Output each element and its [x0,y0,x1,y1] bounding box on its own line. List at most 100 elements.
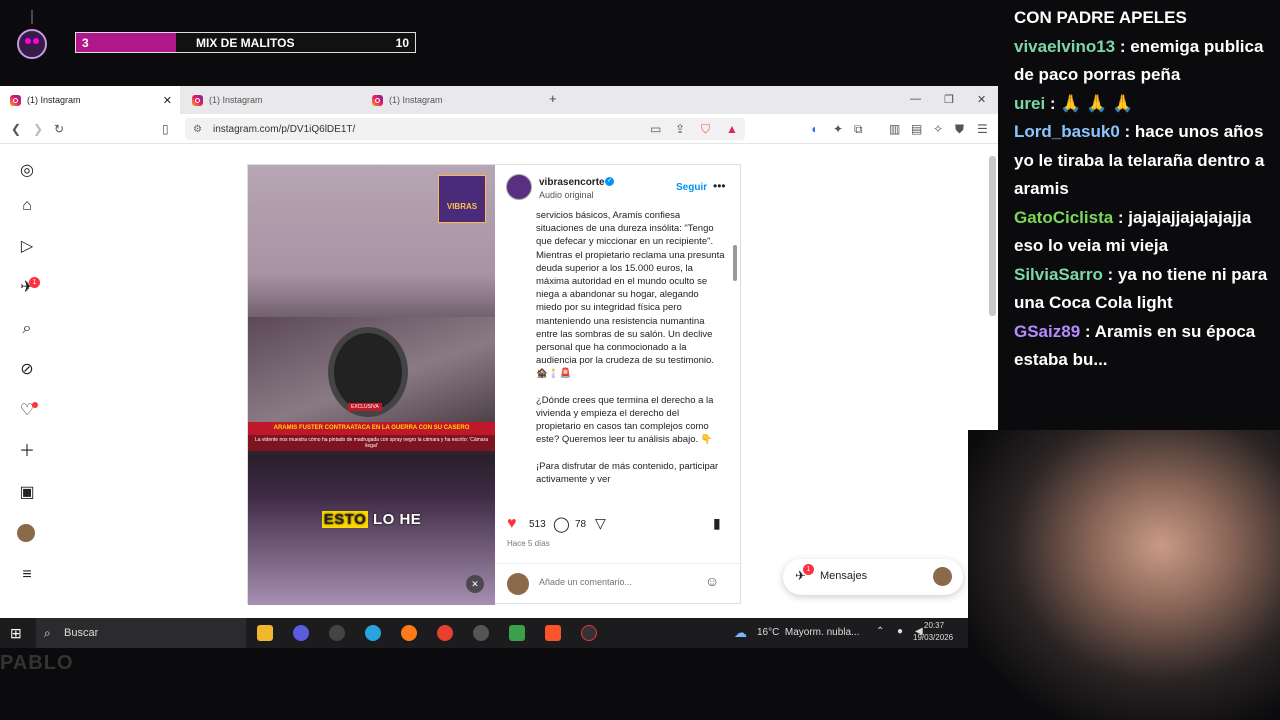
leo-icon[interactable]: ✧ [933,122,943,136]
commenter-avatar [507,573,529,595]
comment-icon[interactable]: ◯ [553,515,570,533]
chat-username[interactable]: SilviaSarro [1014,265,1103,284]
mute-icon[interactable]: ✕ [466,575,484,593]
chat-username[interactable]: GSaiz89 [1014,322,1080,341]
create-icon[interactable]: ＋ [17,442,37,462]
close-tab-icon[interactable]: ✕ [163,94,172,107]
brave-shields-icon[interactable]: ⛉ [701,122,710,137]
like-icon[interactable]: ♥ [507,515,517,533]
messages-button[interactable]: ✈ 1 Mensajes [783,559,963,595]
puzzle-icon[interactable]: ✦ [833,122,843,136]
more-menu-icon[interactable]: ≡ [17,565,37,585]
clock-time[interactable]: 20:37 [924,621,944,630]
instagram-logo-icon[interactable]: ◎ [17,161,37,181]
post-username[interactable]: vibrasencorte [539,177,605,188]
firefox-icon[interactable] [401,625,417,641]
emoji-icon[interactable]: ☺ [705,573,719,589]
bookmark-icon[interactable]: ▯ [162,122,169,136]
instagram-page: ◎ ⌂ ▷ ✈ 1 ⌕ ⊘ ♡ ＋ ▣ ≡ EXCLUSIVA ARAMIS F… [0,144,998,618]
follow-button[interactable]: Seguir [676,182,707,193]
chat-text: : 🙏 🙏 🙏 [1045,93,1134,113]
close-window-icon[interactable]: ✕ [977,93,986,106]
chat-username[interactable]: urei [1014,94,1045,113]
caption-scrollbar[interactable] [733,245,737,281]
telegram-icon[interactable] [365,625,381,641]
discord-icon[interactable] [293,625,309,641]
messages-label: Mensajes [820,570,868,582]
video-subline: La vidente nos muestra cómo ha pintado d… [248,435,495,451]
vibras-logo: VIBRAS [438,175,486,223]
menu-icon[interactable]: ☰ [977,122,988,136]
comment-input[interactable] [539,577,699,587]
file-explorer-icon[interactable] [257,625,273,641]
share-icon[interactable]: ▽ [595,515,606,532]
chrome-icon[interactable] [437,625,453,641]
tab-instagram-2[interactable]: (1) Instagram [182,86,360,114]
chat-title: CON PADRE APELES [1014,8,1187,27]
playlist-count: 10 [395,35,409,50]
tab-bar: (1) Instagram ✕ (1) Instagram (1) Instag… [0,86,998,114]
search-icon: ⌕ [44,625,51,640]
install-icon[interactable]: ▭ [650,122,661,136]
notification-dot [32,402,38,408]
new-tab-button[interactable]: + [549,91,557,106]
subtitle-highlight: ESTO [321,511,369,528]
exclusive-tag: EXCLUSIVA [348,403,382,411]
xbox-icon[interactable] [509,625,525,641]
chat-message: GSaiz89 : Aramis en su época estaba bu..… [1008,318,1280,375]
post-video[interactable]: EXCLUSIVA ARAMIS FUSTER CONTRAATACA EN L… [248,165,495,605]
sidebar-icon[interactable]: ▥ [889,122,900,136]
show-hidden-icon[interactable]: ⌃ [876,626,884,637]
post-author-avatar[interactable] [506,174,532,200]
brave-rewards-icon[interactable]: ▲ [726,122,738,136]
playlist-bar: 3 MIX DE MALITOS 10 [75,32,416,53]
taskbar-search[interactable]: ⌕ Buscar [36,618,246,648]
page-scrollbar[interactable] [989,156,996,316]
screenshot-icon[interactable]: ⧉ [854,122,863,137]
reels-icon[interactable]: ▷ [17,237,37,257]
extension-icon[interactable]: ◖ [810,122,817,136]
more-options-icon[interactable]: ••• [713,179,726,193]
tab-instagram-1[interactable]: (1) Instagram ✕ [0,86,180,114]
site-info-icon[interactable]: ⚙ [193,124,202,135]
chat-message: urei : 🙏 🙏 🙏 [1008,90,1280,119]
tab-label: (1) Instagram [389,95,443,105]
playlist-title: MIX DE MALITOS [196,35,295,50]
obs-icon[interactable] [329,625,345,641]
microphone-icon[interactable]: ● [897,626,903,637]
weather-text[interactable]: 16°C Mayorm. nubla... [757,627,859,638]
url-text: instagram.com/p/DV1iQ6lDE1T/ [213,123,356,135]
back-icon[interactable]: ❮ [11,122,21,136]
comment-bar: ☺ [495,563,742,605]
playlist-number: 3 [76,33,176,52]
windows-start-icon[interactable]: ⊞ [10,625,22,642]
chat-username[interactable]: Lord_basuk0 [1014,122,1120,141]
windows-taskbar: ⊞ ⌕ Buscar ☁ 16°C Mayorm. nubla... ⌃ ● ◀… [0,618,998,648]
webcam-feed [968,430,1280,720]
search-icon[interactable]: ⌕ [17,319,37,339]
messages-avatar [933,567,952,586]
recorder-icon[interactable] [581,625,597,641]
brave-icon[interactable] [545,625,561,641]
clock-date[interactable]: 19/03/2026 [913,633,953,642]
chat-messages: vivaelvino13 : enemiga publica de paco p… [1008,33,1280,375]
home-icon[interactable]: ⌂ [17,196,37,216]
wallet-icon[interactable]: ▤ [911,122,922,136]
forward-icon[interactable]: ❯ [33,122,43,136]
explore-icon[interactable]: ⊘ [17,360,37,380]
chat-username[interactable]: GatoCiclista [1014,208,1113,227]
comments-count: 78 [575,519,587,530]
dashboard-icon[interactable]: ▣ [17,483,37,503]
chat-username[interactable]: vivaelvino13 [1014,37,1115,56]
media-player-icon[interactable] [473,625,489,641]
post-audio[interactable]: Audio original [539,190,594,200]
reload-icon[interactable]: ↻ [54,122,64,136]
share-page-icon[interactable]: ⇪ [675,122,685,136]
vpn-icon[interactable]: ⛊ [955,122,964,137]
restore-icon[interactable]: ❐ [944,93,954,106]
profile-avatar[interactable] [17,524,35,542]
post-caption: servicios básicos, Aramis confiesa situa… [536,210,725,486]
save-icon[interactable]: ▮ [713,515,721,532]
tab-instagram-3[interactable]: (1) Instagram [362,86,540,114]
minimize-icon[interactable]: — [910,93,921,105]
